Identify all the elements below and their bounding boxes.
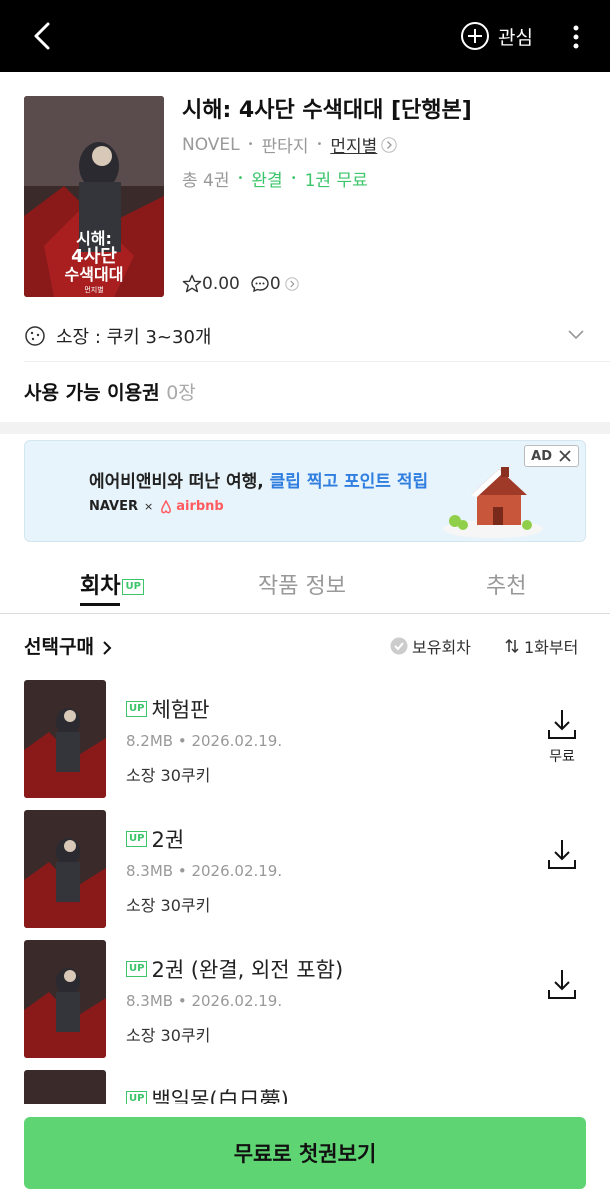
episode-price: 소장 30쿠키	[126, 1026, 211, 1045]
ad-headline: 에어비앤비와 떠난 여행, 클립 찍고 포인트 적립	[89, 467, 428, 492]
owned-label: 보유회차	[412, 638, 471, 657]
favorite-button[interactable]: 관심	[460, 20, 533, 52]
chevron-down-icon[interactable]	[566, 324, 586, 344]
episode-title-text: 체험판	[151, 698, 210, 722]
sort-icon	[505, 638, 519, 654]
ad-close-button[interactable]: AD	[524, 445, 579, 467]
episode-meta: 8.2MB • 2026.02.19.	[126, 732, 283, 750]
close-icon[interactable]	[558, 449, 572, 463]
episode-price: 소장 30쿠키	[126, 766, 211, 785]
ad-banner[interactable]: 에어비앤비와 떠난 여행, 클립 찍고 포인트 적립 NAVER × airbn…	[24, 440, 586, 542]
comment-icon[interactable]	[250, 274, 270, 294]
separator-dot: •	[247, 139, 254, 150]
chevron-right-icon	[102, 640, 111, 655]
volume-count: 총 4권	[182, 171, 230, 191]
cookie-icon	[25, 326, 45, 346]
ticket-count: 0장	[166, 382, 196, 404]
episode-meta: 8.3MB • 2026.02.19.	[126, 862, 283, 880]
book-status-line: 총 4권 • 완결 • 1권 무료	[182, 166, 368, 191]
episode-thumbnail	[24, 810, 106, 928]
possess-text: 소장 : 쿠키 3~30개	[56, 327, 212, 348]
episode-title-text: 2권	[151, 828, 185, 852]
episode-thumbnail	[24, 680, 106, 798]
ticket-label: 사용 가능 이용권	[24, 382, 160, 404]
star-icon	[182, 274, 202, 293]
tab-bar: 회차 UP 작품 정보 추천	[0, 560, 610, 614]
gingerbread-house-icon	[443, 467, 543, 538]
airbnb-logo: airbnb	[176, 499, 224, 514]
back-arrow-icon[interactable]	[26, 18, 62, 54]
up-badge: UP	[122, 579, 144, 595]
download-icon[interactable]	[546, 968, 578, 1002]
separator-dot: •	[316, 139, 323, 150]
episode-title: UP 2권	[126, 824, 184, 854]
episode-thumbnail	[24, 940, 106, 1058]
ad-headline-plain: 에어비앤비와 떠난 여행,	[89, 472, 264, 492]
ticket-row: 사용 가능 이용권 0장	[24, 378, 196, 405]
ad-headline-highlight: 클립 찍고 포인트 적립	[269, 472, 429, 492]
select-buy-button[interactable]: 선택구매	[24, 632, 113, 659]
cover-title-line-3: 수색대대	[65, 265, 124, 284]
book-title: 시해: 4사단 수색대대 [단행본]	[182, 98, 472, 123]
airbnb-icon	[161, 499, 172, 513]
sort-label: 1화부터	[524, 638, 579, 657]
ad-brands: NAVER × airbnb	[89, 499, 224, 514]
list-item[interactable]: UP 2권 (완결, 외전 포함) 8.3MB • 2026.02.19. 소장…	[24, 940, 586, 1058]
download-icon[interactable]	[546, 838, 578, 872]
up-badge: UP	[126, 961, 148, 977]
up-badge: UP	[126, 831, 148, 847]
episode-price: 소장 30쿠키	[126, 896, 211, 915]
book-stats: 0.00 0	[182, 274, 299, 294]
comment-count: 0	[269, 274, 281, 294]
episode-title-text: 2권 (완결, 외전 포함)	[151, 958, 344, 982]
rating-value: 0.00	[202, 274, 240, 294]
free-label: 1권 무료	[304, 171, 368, 191]
comment-chevron-icon[interactable]	[284, 277, 299, 291]
owned-episodes-filter[interactable]: 보유회차	[390, 634, 471, 658]
tab-work-info[interactable]: 작품 정보	[258, 568, 346, 600]
book-cover-image: 시해: 4사단 수색대대 먼지별	[24, 96, 164, 297]
status-label: 완결	[251, 171, 283, 191]
episode-title: UP 2권 (완결, 외전 포함)	[126, 954, 343, 984]
episode-meta: 8.3MB • 2026.02.19.	[126, 992, 283, 1010]
separator-dot: •	[237, 173, 244, 184]
purchase-price-row[interactable]: 소장 : 쿠키 3~30개	[24, 318, 586, 354]
brand-times: ×	[144, 500, 154, 513]
tab-episodes[interactable]: 회차 UP	[80, 568, 144, 606]
section-gap	[0, 422, 610, 434]
up-badge: UP	[126, 701, 148, 717]
author-chevron-icon[interactable]	[381, 136, 397, 153]
cover-title-line-2: 4사단	[71, 246, 117, 267]
tab-recommend[interactable]: 추천	[486, 568, 526, 600]
book-meta-line: NOVEL • 판타지 • 먼지별	[182, 132, 397, 157]
format-label: NOVEL	[182, 134, 240, 155]
favorite-label: 관심	[498, 26, 533, 49]
list-header: 선택구매 보유회차 1화부터	[24, 630, 586, 660]
select-buy-label: 선택구매	[24, 636, 94, 658]
plus-circle-icon	[461, 22, 489, 50]
read-first-volume-free-button[interactable]: 무료로 첫권보기	[24, 1117, 586, 1189]
list-item[interactable]: UP 체험판 8.2MB • 2026.02.19. 소장 30쿠키 무료	[24, 680, 586, 798]
cover-author: 먼지별	[84, 285, 103, 294]
download-free-label: 무료	[549, 749, 575, 765]
more-options-icon[interactable]	[566, 22, 586, 52]
tab-episodes-label: 회차	[80, 574, 121, 606]
naver-logo: NAVER	[89, 499, 139, 514]
check-circle-icon	[390, 637, 408, 655]
download-icon[interactable]	[546, 708, 578, 742]
ad-label: AD	[531, 448, 552, 464]
sort-button[interactable]: 1화부터	[504, 634, 578, 658]
genre-label: 판타지	[261, 137, 309, 157]
author-link[interactable]: 먼지별	[330, 132, 377, 157]
separator-dot: •	[290, 173, 297, 184]
divider	[24, 361, 610, 362]
episode-title: UP 체험판	[126, 694, 209, 724]
top-bar: 관심	[0, 0, 610, 72]
list-item[interactable]: UP 2권 8.3MB • 2026.02.19. 소장 30쿠키	[24, 810, 586, 928]
